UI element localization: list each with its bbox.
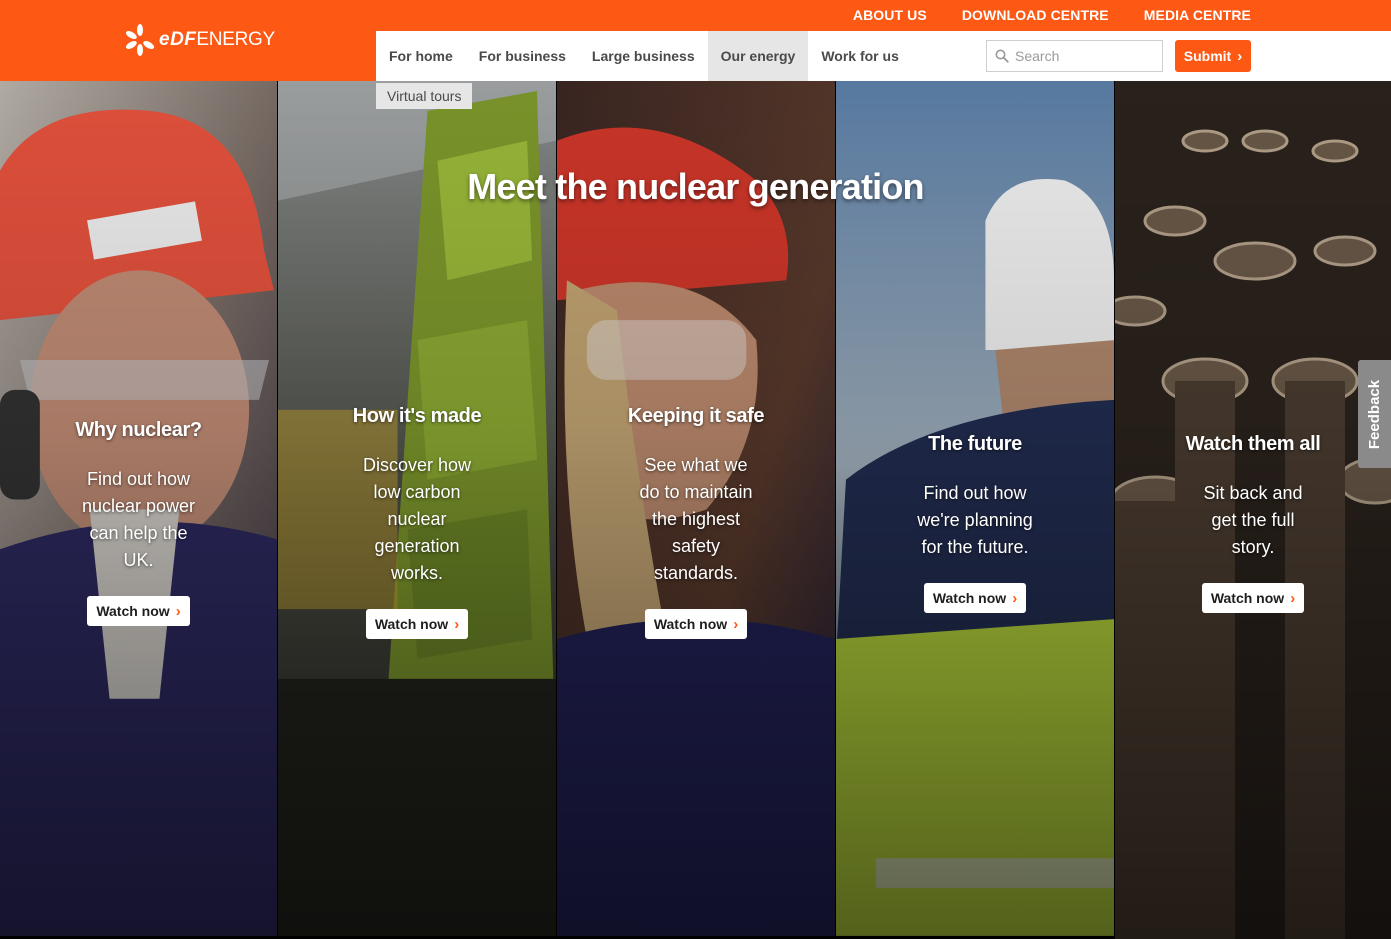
nav-item-large-business[interactable]: Large business bbox=[579, 31, 708, 81]
watch-now-button[interactable]: Watch now › bbox=[1201, 583, 1305, 613]
search-input[interactable] bbox=[1015, 48, 1155, 64]
search-box bbox=[986, 40, 1163, 72]
edf-flower-icon bbox=[125, 24, 155, 56]
logo-wordmark: eDFENERGY bbox=[159, 29, 275, 50]
watch-now-button[interactable]: Watch now › bbox=[923, 583, 1027, 613]
chevron-right-icon: › bbox=[1290, 589, 1296, 607]
hero-title: Meet the nuclear generation bbox=[467, 166, 924, 207]
watch-now-label: Watch now bbox=[96, 603, 170, 619]
panel-content: The future Find out how we're planning f… bbox=[836, 433, 1114, 613]
panel-how-its-made[interactable]: How it's made Discover how low carbon nu… bbox=[278, 81, 557, 939]
watch-now-button[interactable]: Watch now › bbox=[365, 609, 469, 639]
panel-description: Find out how nuclear power can help the … bbox=[81, 469, 196, 570]
panel-keeping-it-safe[interactable]: Keeping it safe See what we do to mainta… bbox=[557, 81, 836, 939]
panel-content: Keeping it safe See what we do to mainta… bbox=[557, 405, 835, 639]
top-utility-links: ABOUT US DOWNLOAD CENTRE MEDIA CENTRE bbox=[853, 7, 1251, 23]
chevron-right-icon: › bbox=[175, 602, 181, 620]
panel-content: How it's made Discover how low carbon nu… bbox=[278, 405, 556, 639]
submit-button[interactable]: Submit › bbox=[1175, 40, 1251, 72]
watch-now-label: Watch now bbox=[374, 616, 449, 632]
chevron-right-icon: › bbox=[1012, 589, 1018, 607]
nav-item-for-business[interactable]: For business bbox=[466, 31, 579, 81]
feedback-label: Feedback bbox=[1366, 379, 1384, 449]
panel-content: Watch them all Sit back and get the full… bbox=[1115, 433, 1391, 613]
watch-now-button[interactable]: Watch now › bbox=[644, 609, 748, 639]
watch-now-label: Watch now bbox=[1210, 590, 1285, 606]
panel-watch-them-all[interactable]: Watch them all Sit back and get the full… bbox=[1115, 81, 1391, 939]
watch-now-label: Watch now bbox=[653, 616, 728, 632]
panel-title: The future bbox=[928, 433, 1022, 455]
feedback-tab[interactable]: Feedback bbox=[1358, 360, 1391, 468]
panel-content: Why nuclear? Find out how nuclear power … bbox=[0, 419, 277, 626]
panel-title: Watch them all bbox=[1185, 433, 1321, 455]
panel-title: Why nuclear? bbox=[75, 419, 202, 441]
panel-the-future[interactable]: The future Find out how we're planning f… bbox=[836, 81, 1115, 939]
panel-title: Keeping it safe bbox=[627, 405, 765, 427]
panel-description: See what we do to maintain the highest s… bbox=[639, 455, 753, 583]
panel-title: How it's made bbox=[352, 405, 482, 427]
watch-now-label: Watch now bbox=[932, 590, 1007, 606]
chevron-right-icon: › bbox=[733, 615, 739, 633]
submit-label: Submit bbox=[1183, 48, 1232, 64]
main-nav-bar: For home For business Large business Our… bbox=[376, 31, 1391, 81]
subnav-label: Virtual tours bbox=[387, 88, 462, 104]
panel-why-nuclear[interactable]: Why nuclear? Find out how nuclear power … bbox=[0, 81, 278, 939]
main-nav: For home For business Large business Our… bbox=[376, 31, 912, 81]
edf-energy-logo[interactable]: eDFENERGY bbox=[123, 22, 275, 58]
panel-description: Find out how we're planning for the futu… bbox=[917, 483, 1033, 557]
media-centre-link[interactable]: MEDIA CENTRE bbox=[1144, 7, 1251, 23]
site-header: eDFENERGY ABOUT US DOWNLOAD CENTRE MEDIA… bbox=[0, 0, 1391, 81]
search-icon bbox=[995, 49, 1009, 63]
nav-item-our-energy[interactable]: Our energy bbox=[707, 31, 809, 81]
download-centre-link[interactable]: DOWNLOAD CENTRE bbox=[962, 7, 1109, 23]
nav-item-for-home[interactable]: For home bbox=[376, 31, 466, 81]
subnav-virtual-tours[interactable]: Virtual tours bbox=[376, 83, 473, 109]
watch-now-button[interactable]: Watch now › bbox=[87, 596, 190, 626]
panel-description: Discover how low carbon nuclear generati… bbox=[362, 455, 472, 583]
nav-item-work-for-us[interactable]: Work for us bbox=[808, 31, 912, 81]
panel-description: Sit back and get the full story. bbox=[1203, 483, 1303, 557]
about-us-link[interactable]: ABOUT US bbox=[853, 7, 927, 23]
hero-panels: Why nuclear? Find out how nuclear power … bbox=[0, 81, 1391, 939]
chevron-right-icon: › bbox=[1237, 47, 1243, 65]
chevron-right-icon: › bbox=[454, 615, 460, 633]
